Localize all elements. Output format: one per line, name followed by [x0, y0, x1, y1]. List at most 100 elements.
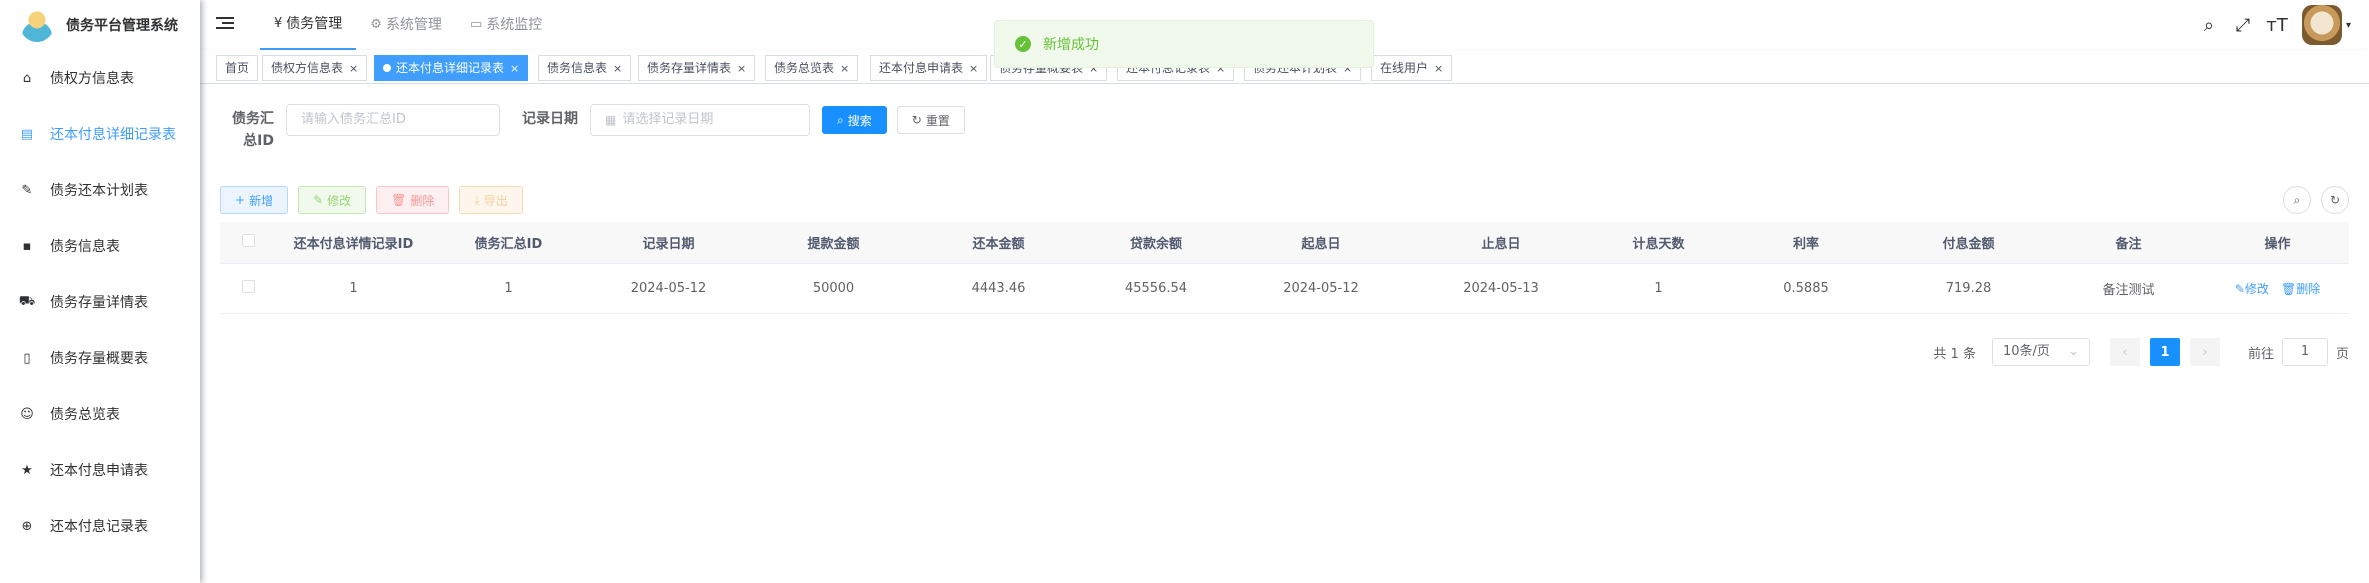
toast-message: 新增成功: [1043, 37, 1099, 53]
table-cell: 2024-05-12: [630, 281, 707, 296]
pagination-total: 共 1 条: [1933, 346, 1976, 362]
row-select-cell: [220, 280, 276, 297]
edit-button[interactable]: ✎ 修改: [298, 186, 367, 214]
tag-repayment-apply[interactable]: 还本付息申请表 ×: [870, 55, 988, 81]
refresh-button[interactable]: ↻: [2321, 186, 2349, 214]
export-button[interactable]: ⤓ 导出: [459, 186, 523, 214]
table-row[interactable]: 1 1 2024-05-12 50000 4443.46 45556.54 20…: [220, 264, 2349, 314]
document-icon: ▤: [20, 126, 34, 142]
sidebar-item-stock-detail[interactable]: ⛟ 债务存量详情表: [0, 274, 200, 330]
row-checkbox[interactable]: [241, 280, 255, 293]
app-title: 债务平台管理系统: [66, 18, 178, 34]
column-header: 起息日: [1301, 237, 1341, 252]
close-icon[interactable]: ×: [1434, 62, 1443, 75]
sidebar-item-debt-info[interactable]: ▪ 债务信息表: [0, 218, 200, 274]
delete-button[interactable]: 🗑 删除: [376, 186, 450, 214]
prev-page-button[interactable]: ‹: [2109, 338, 2140, 366]
pagination: 共 1 条 10条/页 ⌄ ‹ 1 › 前往 1 页: [1933, 338, 2349, 366]
sidebar-item-label: 债权方信息表: [50, 71, 134, 87]
tag-creditor-info[interactable]: 债权方信息表 ×: [262, 55, 368, 81]
chevron-right-icon: ›: [2202, 344, 2208, 360]
search-button[interactable]: ⌕ 搜索: [822, 106, 887, 134]
table-cell: 0.5885: [1783, 281, 1829, 296]
close-icon[interactable]: ×: [969, 62, 978, 75]
page-size-select[interactable]: 10条/页 ⌄: [1991, 338, 2090, 366]
sidebar-item-label: 还本付息详细记录表: [50, 127, 176, 143]
sidebar-item-label: 还本付息申请表: [50, 463, 148, 479]
top-menu-system-monitor[interactable]: ▭ 系统监控: [456, 0, 556, 50]
sidebar-item-repayment-record[interactable]: ⊕ 还本付息记录表: [0, 498, 200, 554]
search-actions: ⌕ 搜索 ↻ 重置: [822, 106, 965, 134]
top-menu-system-management[interactable]: ⚙ 系统管理: [356, 0, 456, 50]
sidebar-item-label: 债务存量概要表: [50, 351, 148, 367]
chevron-left-icon: ‹: [2122, 344, 2128, 360]
tag-repayment-detail[interactable]: 还本付息详细记录表 ×: [374, 55, 529, 81]
tag-home[interactable]: 首页: [216, 55, 259, 81]
close-icon[interactable]: ×: [737, 62, 746, 75]
close-icon[interactable]: ×: [840, 62, 849, 75]
tag-online-users[interactable]: 在线用户 ×: [1371, 55, 1453, 81]
fullscreen-icon[interactable]: ⤢: [2226, 15, 2260, 36]
table-cell: 2024-05-13: [1463, 281, 1539, 296]
record-date-picker[interactable]: ▦ 请选择记录日期: [590, 104, 810, 136]
sidebar-item-creditor-info[interactable]: ⌂ 债权方信息表: [0, 50, 200, 106]
refresh-icon: ↻: [2329, 193, 2341, 207]
toggle-search-button[interactable]: ⌕: [2283, 186, 2311, 214]
tag-stock-detail[interactable]: 债务存量详情表 ×: [638, 55, 756, 81]
sidebar-item-label: 债务还本计划表: [50, 183, 148, 199]
page-size-value: 10条/页: [2002, 344, 2050, 359]
add-button-label: 新增: [249, 193, 274, 208]
avatar[interactable]: [2301, 5, 2342, 45]
sidebar-item-repayment-detail[interactable]: ▤ 还本付息详细记录表: [0, 106, 200, 162]
column-header: 提款金额: [807, 237, 860, 252]
sidebar-item-repayment-apply[interactable]: ★ 还本付息申请表: [0, 442, 200, 498]
table-cell: 1: [504, 281, 513, 296]
search-icon[interactable]: ⌕: [2192, 15, 2226, 36]
reset-button-label: 重置: [925, 113, 950, 128]
reset-button[interactable]: ↻ 重置: [896, 106, 965, 134]
logo[interactable]: 债务平台管理系统: [0, 0, 200, 50]
tag-label: 首页: [225, 61, 250, 75]
sidebar-item-overview[interactable]: ☺ 债务总览表: [0, 386, 200, 442]
sidebar-menu: ⌂ 债权方信息表 ▤ 还本付息详细记录表 ✎ 债务还本计划表 ▪ 债务信息表 ⛟ 债务存量…: [0, 50, 200, 554]
close-icon[interactable]: ×: [613, 62, 622, 75]
tag-label: 在线用户: [1380, 61, 1429, 75]
row-delete-link[interactable]: 🗑删除: [2281, 282, 2320, 296]
tag-overview[interactable]: 债务总览表 ×: [765, 55, 859, 81]
select-all-cell: [220, 234, 276, 251]
page-number-button[interactable]: 1: [2149, 338, 2180, 366]
font-size-icon[interactable]: ᴛT: [2260, 15, 2294, 36]
trash-icon: 🗑: [2280, 282, 2297, 296]
table-cell: 备注测试: [2102, 283, 2155, 298]
hamburger-icon[interactable]: [216, 14, 234, 32]
sidebar-item-stock-summary[interactable]: ▯ 债务存量概要表: [0, 330, 200, 386]
tag-debt-info[interactable]: 债务信息表 ×: [538, 55, 632, 81]
table-header: 还本付息详情记录ID 债务汇总ID 记录日期 提款金额 还本金额 贷款余额 起息…: [220, 222, 2349, 264]
next-page-button[interactable]: ›: [2189, 338, 2220, 366]
add-button[interactable]: + 新增: [220, 186, 289, 214]
select-all-checkbox[interactable]: [241, 234, 255, 247]
calendar-icon: ▦: [605, 113, 617, 127]
cart-icon: ⛟: [18, 293, 36, 309]
row-edit-link[interactable]: ✎修改: [2235, 282, 2269, 296]
top-menu-debt-management[interactable]: ¥ 债务管理: [260, 0, 357, 50]
column-header: 贷款余额: [1129, 237, 1182, 252]
search-icon: ⌕: [2293, 192, 2301, 207]
record-date-placeholder: 请选择记录日期: [622, 112, 714, 127]
tag-label: 债权方信息表: [271, 61, 344, 75]
top-menu-label: 债务管理: [286, 16, 343, 32]
table-cell: 2024-05-12: [1283, 281, 1359, 296]
caret-down-icon[interactable]: ▾: [2346, 20, 2351, 31]
tag-label: 债务总览表: [774, 61, 835, 75]
goto-page-input[interactable]: 1: [2281, 338, 2328, 366]
close-icon[interactable]: ×: [349, 62, 358, 75]
delete-button-label: 删除: [410, 193, 435, 208]
column-header: 债务汇总ID: [474, 237, 543, 252]
close-icon[interactable]: ×: [510, 62, 519, 75]
table-cell: 1: [1654, 281, 1663, 296]
debt-summary-id-input[interactable]: 请输入债务汇总ID: [286, 104, 500, 136]
sidebar-item-repayment-plan[interactable]: ✎ 债务还本计划表: [0, 162, 200, 218]
right-menu: ⌕ ⤢ ᴛT ▾: [2192, 0, 2351, 50]
success-toast: ✓ 新增成功: [994, 20, 1374, 68]
tag-label: 还本付息详细记录表: [396, 61, 505, 75]
